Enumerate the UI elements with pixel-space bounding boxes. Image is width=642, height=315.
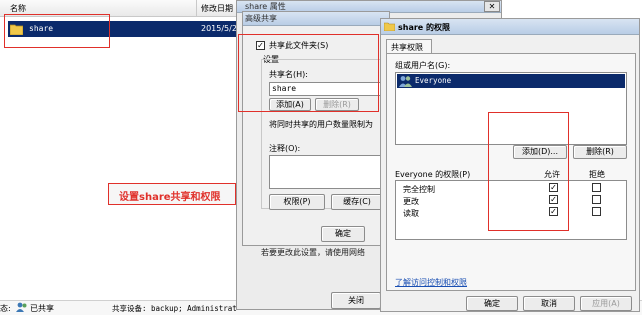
comment-input[interactable] bbox=[269, 155, 389, 189]
annotation-box: 设置share共享和权限 bbox=[108, 183, 236, 205]
properties-close-icon[interactable]: ✕ bbox=[484, 1, 500, 12]
permissions-title: share 的权限 bbox=[398, 23, 451, 32]
permissions-cancel-button[interactable]: 取消 bbox=[523, 296, 575, 311]
advanced-sharing-title: 高级共享 bbox=[245, 14, 277, 23]
permissions-button[interactable]: 权限(P) bbox=[269, 194, 325, 210]
advanced-sharing-titlebar: 高级共享 bbox=[243, 12, 389, 26]
column-header-name[interactable]: 名称 bbox=[10, 3, 26, 14]
status-shared: 已共享 bbox=[30, 304, 54, 313]
perm-header-label: Everyone 的权限(P) bbox=[395, 170, 471, 179]
properties-close-button[interactable]: 关闭 bbox=[331, 292, 381, 309]
permissions-titlebar: share 的权限 bbox=[381, 19, 639, 35]
user-name: Everyone bbox=[415, 76, 452, 85]
comment-label: 注释(O): bbox=[269, 144, 301, 153]
status-shared-devices: 共享设备: backup; Administrat bbox=[112, 304, 237, 313]
user-limit-label: 将同时共享的用户数量限制为 bbox=[269, 120, 373, 129]
perm-name-change: 更改 bbox=[403, 197, 419, 206]
deny-change-checkbox[interactable] bbox=[592, 195, 601, 204]
advanced-ok-button[interactable]: 确定 bbox=[321, 226, 365, 242]
learn-permissions-link[interactable]: 了解访问控制和权限 bbox=[395, 277, 467, 288]
group-user-label: 组或用户名(G): bbox=[395, 61, 451, 70]
highlight-allow-column bbox=[488, 112, 569, 231]
perm-name-read: 读取 bbox=[403, 209, 419, 218]
tab-share-permissions[interactable]: 共享权限 bbox=[386, 39, 432, 54]
deny-header: 拒绝 bbox=[589, 170, 605, 179]
annotation-text: 设置share共享和权限 bbox=[119, 192, 221, 203]
highlight-share-settings bbox=[238, 34, 379, 112]
deny-read-checkbox[interactable] bbox=[592, 207, 601, 216]
column-separator bbox=[196, 0, 197, 17]
column-header-modified[interactable]: 修改日期 bbox=[201, 3, 233, 14]
perm-name-full-control: 完全控制 bbox=[403, 185, 435, 194]
shared-status-icon bbox=[16, 302, 28, 315]
highlight-folder bbox=[4, 14, 110, 48]
permissions-ok-button[interactable]: 确定 bbox=[466, 296, 518, 311]
status-prefix: 态: bbox=[0, 304, 11, 313]
permissions-folder-icon bbox=[383, 21, 396, 33]
tab-label: 共享权限 bbox=[391, 43, 423, 52]
remove-user-button[interactable]: 删除(R) bbox=[573, 145, 627, 159]
caching-button[interactable]: 缓存(C) bbox=[331, 194, 383, 210]
users-group-icon bbox=[399, 75, 412, 89]
permissions-apply-button[interactable]: 应用(A) bbox=[580, 296, 632, 311]
user-row-everyone[interactable]: Everyone bbox=[397, 74, 625, 88]
properties-note: 若要更改此设置，请使用网络 bbox=[261, 248, 365, 257]
deny-full-control-checkbox[interactable] bbox=[592, 183, 601, 192]
